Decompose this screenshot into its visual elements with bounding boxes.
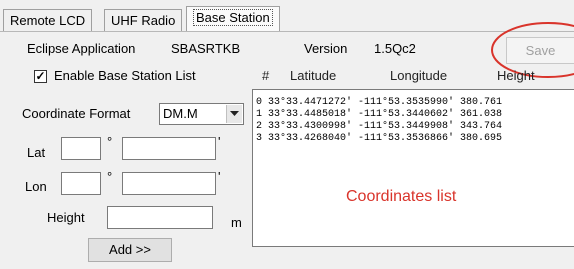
lon-degree-symbol: ° (107, 169, 113, 184)
tab-uhf-radio[interactable]: UHF Radio (104, 9, 183, 32)
dropdown-button[interactable] (226, 105, 242, 123)
tab-remote-lcd[interactable]: Remote LCD (3, 9, 93, 32)
lon-label: Lon (25, 179, 47, 194)
lat-minutes-input[interactable] (122, 137, 216, 160)
lon-minutes-input[interactable] (122, 172, 216, 195)
height-label: Height (47, 210, 85, 225)
check-icon: ✓ (35, 69, 46, 83)
enable-list-checkbox[interactable]: ✓ (34, 70, 47, 83)
height-unit: m (231, 215, 242, 230)
version-value: 1.5Qc2 (374, 41, 416, 56)
lat-minute-symbol: ' (218, 134, 221, 149)
height-input[interactable] (107, 206, 213, 229)
column-header-latitude: Latitude (290, 68, 337, 83)
lat-label: Lat (27, 145, 46, 160)
list-item[interactable]: 3 33°33.4268040' -111°53.3536866' 380.69… (253, 133, 574, 145)
coordinate-format-value: DM.M (163, 106, 198, 121)
coordinates-list-annotation: Coordinates list (346, 188, 457, 205)
tab-uhf-radio-label: UHF Radio (111, 13, 176, 28)
coordinate-format-select[interactable]: DM.M (159, 103, 244, 125)
app-value: SBASRTKB (171, 41, 241, 56)
tab-remote-lcd-label: Remote LCD (10, 13, 86, 28)
coordinate-format-label: Coordinate Format (22, 106, 131, 121)
add-button[interactable]: Add >> (88, 238, 172, 262)
version-label: Version (304, 41, 348, 56)
list-item[interactable]: 1 33°33.4485018' -111°53.3440602' 361.03… (253, 109, 574, 121)
app-label: Eclipse Application (27, 41, 136, 56)
column-header-index: # (262, 68, 270, 83)
lat-degrees-input[interactable] (61, 137, 101, 160)
list-item[interactable]: 0 33°33.4471272' -111°53.3535990' 380.76… (253, 97, 574, 109)
lat-degree-symbol: ° (107, 134, 113, 149)
list-item[interactable]: 2 33°33.4300998' -111°53.3449908' 343.76… (253, 121, 574, 133)
coordinates-list[interactable]: 0 33°33.4471272' -111°53.3535990' 380.76… (252, 89, 574, 247)
column-header-longitude: Longitude (390, 68, 448, 83)
lon-minute-symbol: ' (218, 169, 221, 184)
lon-degrees-input[interactable] (61, 172, 101, 195)
column-header-height: Height (497, 68, 535, 83)
tab-base-station-label: Base Station (193, 9, 273, 26)
tab-base-station[interactable]: Base Station (186, 6, 280, 32)
chevron-down-icon (230, 111, 239, 116)
enable-list-label: Enable Base Station List (54, 68, 196, 83)
